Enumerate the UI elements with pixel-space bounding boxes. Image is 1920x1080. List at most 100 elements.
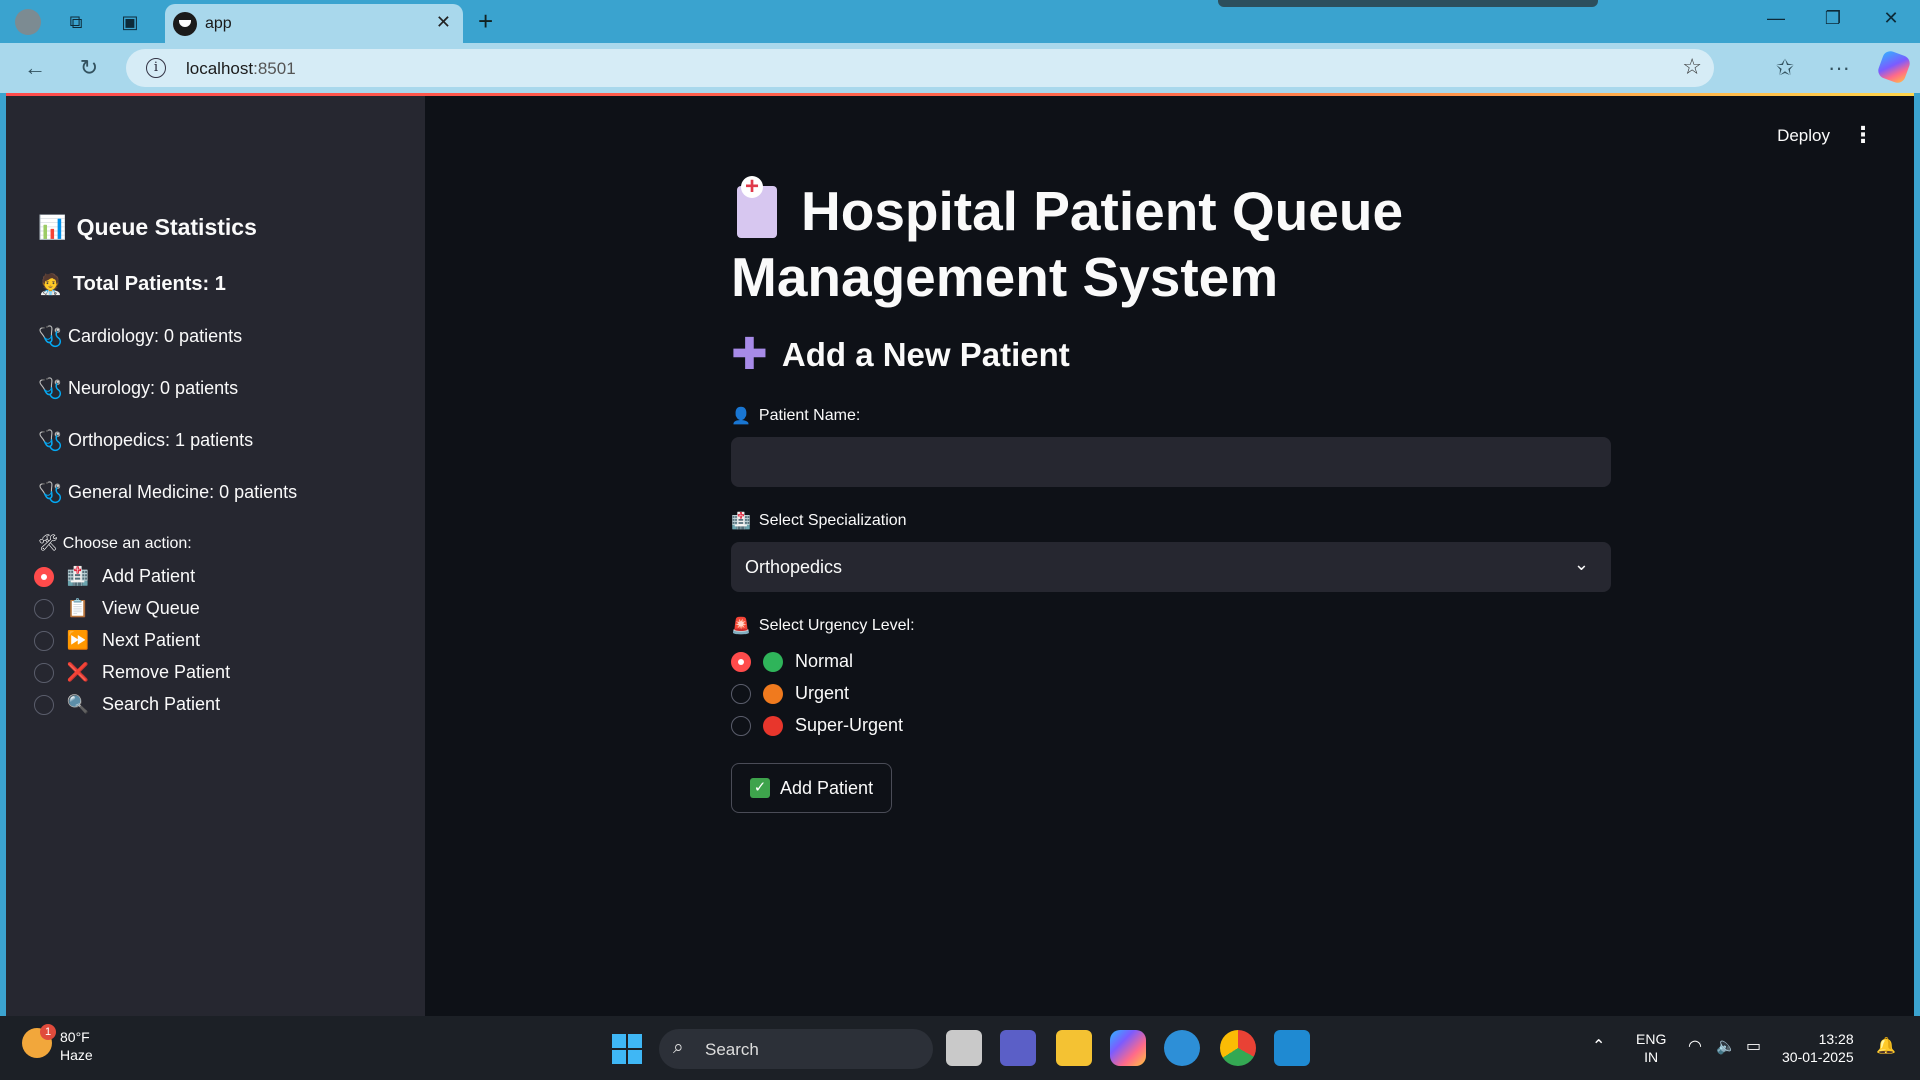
patient-name-label: 👤 Patient Name:: [731, 407, 861, 425]
stethoscope-icon: 🩺: [38, 326, 63, 348]
wifi-icon[interactable]: ◠: [1688, 1036, 1702, 1056]
tab-title: app: [205, 15, 232, 32]
clock[interactable]: 13:28 30-01-2025: [1782, 1030, 1854, 1066]
url-text: localhost:8501: [186, 59, 296, 78]
windows-start-icon[interactable]: [612, 1034, 642, 1064]
favorite-star-icon[interactable]: ☆: [1682, 54, 1702, 80]
weather-badge: 1: [40, 1024, 56, 1040]
main-menu-icon[interactable]: ⋮: [1852, 122, 1874, 148]
page-title: Hospital Patient Queue Management System: [731, 176, 1411, 310]
tab-actions-icon[interactable]: ▣: [116, 8, 144, 36]
magnifier-icon: 🔍: [66, 694, 90, 714]
taskbar: 1 80°F Haze ⌕ Search ⌃ ENG IN ◠ 🔈 ▭ 13:2…: [0, 1016, 1920, 1080]
bar-chart-icon: 📊: [38, 214, 67, 240]
copilot-icon[interactable]: [1876, 49, 1912, 85]
site-info-icon[interactable]: i: [146, 58, 166, 78]
refresh-icon[interactable]: ↻: [74, 53, 104, 83]
radio-selected[interactable]: [731, 651, 751, 672]
task-view-icon[interactable]: [946, 1030, 982, 1066]
close-window-icon[interactable]: ✕: [1868, 8, 1914, 29]
chevron-down-icon: ⌄: [1573, 554, 1589, 574]
siren-icon: 🚨: [731, 618, 751, 635]
stethoscope-icon: 🩺: [38, 430, 63, 452]
more-options-icon[interactable]: ···: [1824, 53, 1854, 83]
streamlit-favicon-icon: [173, 12, 197, 36]
urgency-urgent[interactable]: Urgent: [731, 683, 849, 704]
stethoscope-icon: 🩺: [38, 482, 63, 504]
back-icon[interactable]: ←: [20, 53, 50, 83]
browser-nav-bar: ← ↻ i localhost:8501 ☆ ✩ ···: [0, 43, 1920, 93]
urgency-normal[interactable]: Normal: [731, 651, 853, 672]
hospital-icon: 🏥: [66, 566, 90, 586]
teams-icon[interactable]: [1000, 1030, 1036, 1066]
red-circle-icon: [763, 715, 783, 736]
restore-icon[interactable]: ❐: [1810, 8, 1856, 29]
radio[interactable]: [731, 715, 751, 736]
action-add-patient[interactable]: 🏥 Add Patient: [34, 566, 195, 587]
volume-icon[interactable]: 🔈: [1716, 1036, 1736, 1056]
radio[interactable]: [731, 683, 751, 704]
file-explorer-icon[interactable]: [1056, 1030, 1092, 1066]
sidebar: 📊 Queue Statistics 🧑‍⚕️ Total Patients: …: [6, 96, 425, 1016]
battery-icon[interactable]: ▭: [1746, 1036, 1761, 1056]
plus-icon: ✚: [731, 330, 768, 379]
notification-pill: [1218, 0, 1598, 7]
stat-cardiology: 🩺 Cardiology: 0 patients: [38, 326, 243, 348]
deploy-button[interactable]: Deploy: [1777, 126, 1830, 146]
favorites-icon[interactable]: ✩: [1770, 53, 1800, 83]
show-hidden-icons-icon[interactable]: ⌃: [1592, 1036, 1605, 1056]
clipboard-icon: 📋: [66, 598, 90, 618]
taskbar-search[interactable]: ⌕ Search: [659, 1029, 933, 1069]
sidebar-title: 📊 Queue Statistics: [38, 214, 257, 240]
radio[interactable]: [34, 694, 54, 715]
total-patients: 🧑‍⚕️ Total Patients: 1: [38, 273, 226, 296]
profile-avatar-icon[interactable]: [14, 8, 42, 36]
stat-general-medicine: 🩺 General Medicine: 0 patients: [38, 482, 298, 504]
hospital-small-icon: 🏥: [731, 513, 751, 530]
copilot-app-icon[interactable]: [1110, 1030, 1146, 1066]
close-tab-icon[interactable]: ✕: [436, 12, 451, 33]
chrome-icon[interactable]: [1220, 1030, 1256, 1066]
orange-circle-icon: [763, 683, 783, 704]
action-next-patient[interactable]: ⏩ Next Patient: [34, 630, 200, 651]
browser-tab-bar: ⧉ ▣ app ✕ + — ❐ ✕: [0, 0, 1920, 43]
cross-icon: ❌: [66, 662, 90, 682]
urgency-label: 🚨 Select Urgency Level:: [731, 617, 915, 635]
action-view-queue[interactable]: 📋 View Queue: [34, 598, 200, 619]
streamlit-app: 📊 Queue Statistics 🧑‍⚕️ Total Patients: …: [6, 96, 1914, 1016]
specialization-select[interactable]: Orthopedics ⌄: [731, 542, 1611, 592]
notifications-icon[interactable]: 🔔: [1876, 1036, 1896, 1056]
stethoscope-icon: 🩺: [38, 378, 63, 400]
stat-neurology: 🩺 Neurology: 0 patients: [38, 378, 239, 400]
workspaces-icon[interactable]: ⧉: [62, 8, 90, 36]
add-patient-button[interactable]: ✓ Add Patient: [731, 763, 893, 813]
patient-name-input[interactable]: [731, 437, 1611, 487]
main-content: Deploy ⋮ Hospital Patient Queue Manageme…: [425, 96, 1914, 1016]
check-icon: ✓: [750, 778, 770, 798]
radio[interactable]: [34, 662, 54, 683]
action-label: 🛠 Choose an action:: [38, 535, 192, 552]
stat-orthopedics: 🩺 Orthopedics: 1 patients: [38, 430, 254, 452]
action-remove-patient[interactable]: ❌ Remove Patient: [34, 662, 230, 683]
new-tab-icon[interactable]: +: [478, 6, 493, 37]
address-bar[interactable]: i localhost:8501 ☆: [126, 49, 1714, 87]
radio[interactable]: [34, 598, 54, 619]
weather-icon: 1: [22, 1024, 56, 1058]
weather-widget[interactable]: 1 80°F Haze: [22, 1024, 93, 1064]
fast-forward-icon: ⏩: [66, 630, 90, 650]
person-icon: 👤: [731, 408, 751, 425]
edge-icon[interactable]: [1164, 1030, 1200, 1066]
urgency-super-urgent[interactable]: Super-Urgent: [731, 715, 903, 736]
vscode-icon[interactable]: [1274, 1030, 1310, 1066]
specialization-value: Orthopedics: [745, 557, 843, 577]
green-circle-icon: [763, 651, 783, 672]
radio[interactable]: [34, 630, 54, 651]
weather-text: 80°F Haze: [60, 1029, 93, 1063]
radio-selected[interactable]: [34, 566, 54, 587]
tab-app[interactable]: app ✕: [165, 4, 463, 43]
section-title: ✚ Add a New Patient: [731, 330, 1070, 379]
specialization-label: 🏥 Select Specialization: [731, 512, 907, 530]
minimize-icon[interactable]: —: [1753, 8, 1799, 29]
action-search-patient[interactable]: 🔍 Search Patient: [34, 694, 220, 715]
language-indicator[interactable]: ENG IN: [1636, 1030, 1666, 1066]
